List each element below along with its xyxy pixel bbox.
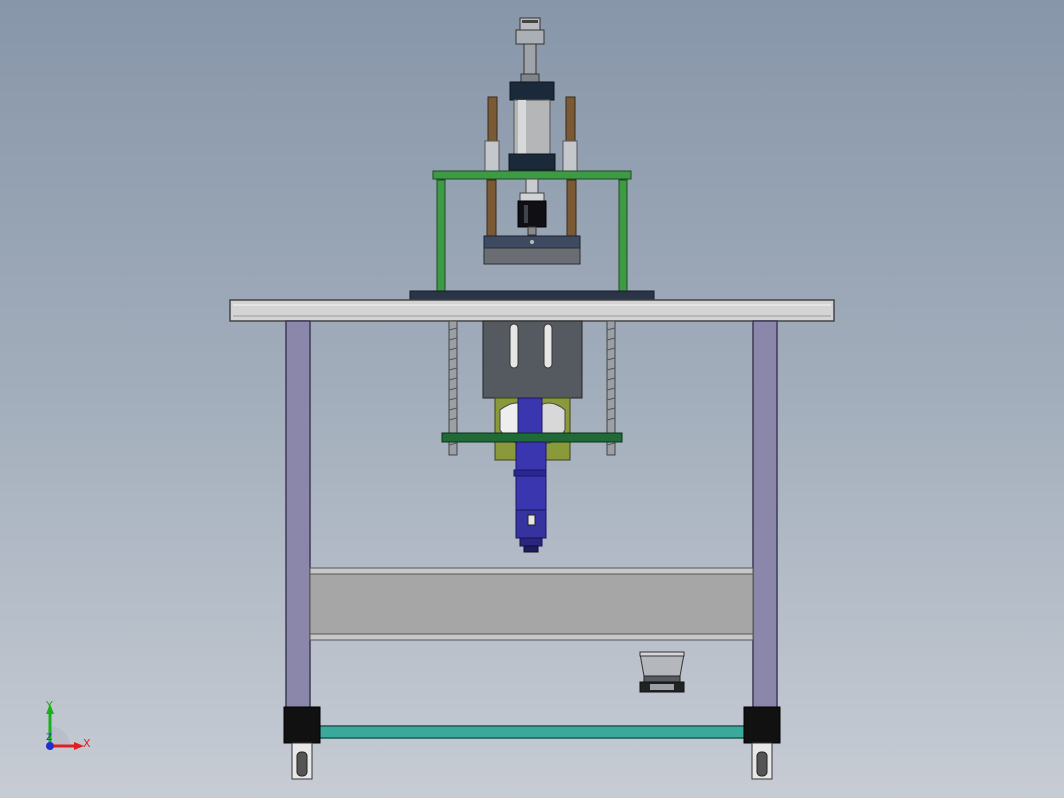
press-cylinder-assembly	[432, 17, 632, 293]
work-table-top	[229, 290, 835, 322]
triad-x-label: X	[83, 737, 91, 750]
spindle-assembly	[441, 320, 623, 553]
triad-y-label: Y	[46, 699, 53, 712]
base-crossbar	[283, 706, 781, 744]
caster-wheels	[291, 742, 773, 780]
triad-z-label: Z	[46, 733, 53, 743]
lower-shelf-panel	[309, 567, 754, 641]
cad-viewport[interactable]: Y X Z	[0, 0, 1064, 798]
leveling-foot	[639, 651, 685, 693]
cad-model-view[interactable]	[0, 0, 1064, 798]
